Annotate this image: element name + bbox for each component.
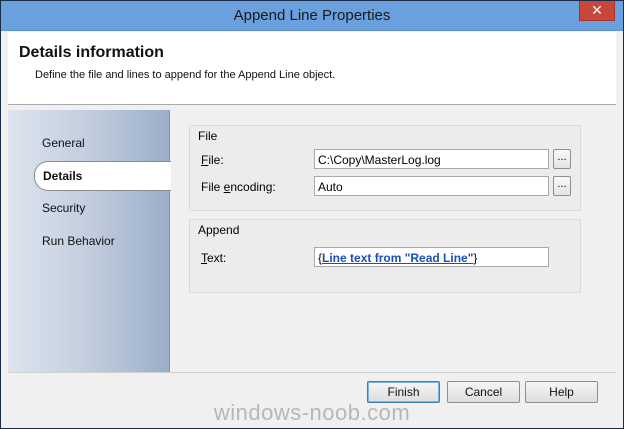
window-title: Append Line Properties bbox=[233, 7, 391, 24]
sidebar-nav: General Details Security Run Behavior bbox=[8, 110, 171, 372]
close-button[interactable]: ✕ bbox=[579, 1, 615, 21]
append-group-title: Append bbox=[198, 223, 240, 237]
page-title: Details information bbox=[19, 44, 164, 61]
footer-divider bbox=[8, 372, 616, 373]
append-group: Append Text: {Line text from "Read Line"… bbox=[189, 219, 581, 293]
text-label: Text: bbox=[201, 251, 227, 265]
watermark-text: windows-noob.com bbox=[213, 400, 411, 425]
file-group-title: File bbox=[198, 129, 218, 143]
append-text-input[interactable]: {Line text from "Read Line"} bbox=[314, 247, 549, 267]
file-browse-button[interactable]: ... bbox=[553, 149, 571, 169]
title-bar[interactable]: Append Line Properties ✕ bbox=[1, 1, 623, 31]
details-panel: File File: C:\Copy\MasterLog.log ... Fil… bbox=[171, 110, 616, 372]
file-encoding-label: File encoding: bbox=[201, 180, 276, 194]
page-subtitle: Define the file and lines to append for … bbox=[35, 69, 336, 81]
published-data-token[interactable]: Line text from "Read Line" bbox=[322, 251, 473, 265]
file-group: File File: C:\Copy\MasterLog.log ... Fil… bbox=[189, 125, 581, 211]
sidebar-item-details[interactable]: Details bbox=[34, 161, 171, 191]
details-header: Details information Define the file and … bbox=[8, 32, 616, 105]
brace-close: } bbox=[473, 251, 478, 265]
sidebar-item-run-behavior[interactable]: Run Behavior bbox=[42, 234, 115, 248]
file-encoding-input[interactable]: Auto bbox=[314, 176, 549, 196]
encoding-browse-button[interactable]: ... bbox=[553, 176, 571, 196]
file-path-input[interactable]: C:\Copy\MasterLog.log bbox=[314, 149, 549, 169]
properties-dialog: Append Line Properties ✕ Details informa… bbox=[0, 0, 624, 429]
sidebar-item-general[interactable]: General bbox=[42, 136, 85, 150]
sidebar-item-security[interactable]: Security bbox=[42, 201, 85, 215]
file-label: File: bbox=[201, 153, 224, 167]
